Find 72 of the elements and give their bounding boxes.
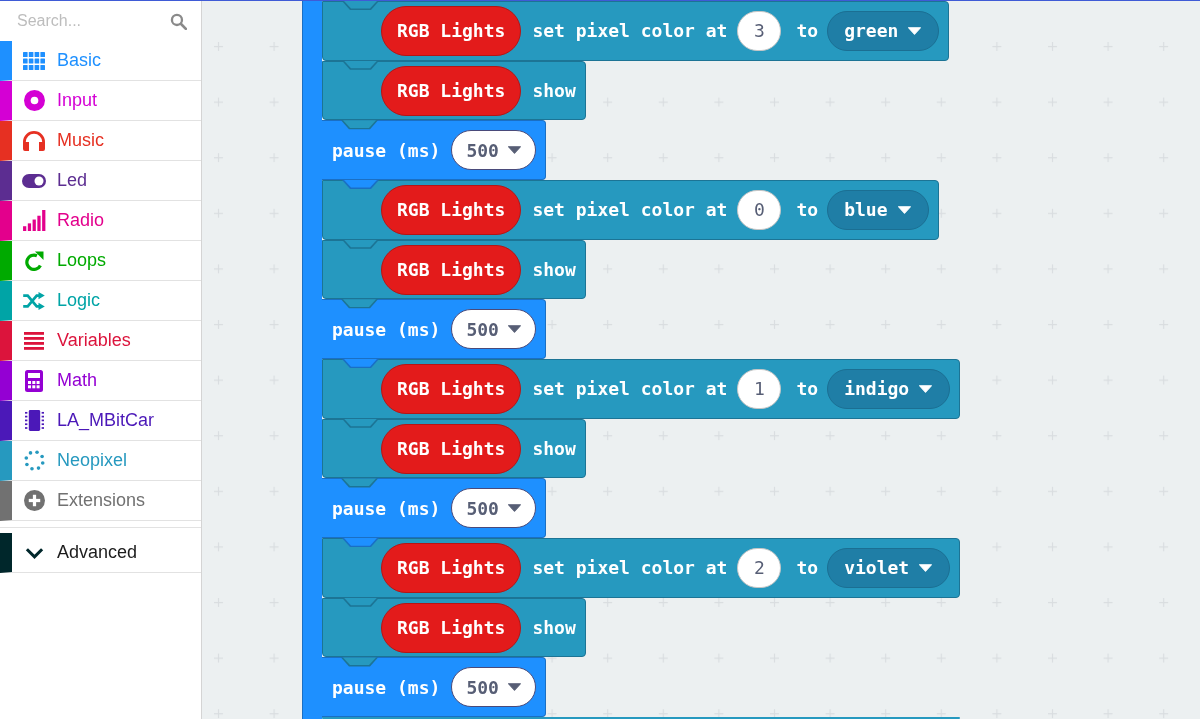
enclosing-block[interactable]: [302, 1, 322, 719]
calculator-icon: [25, 369, 43, 392]
code-block[interactable]: pause (ms) 500: [322, 657, 546, 718]
block-label: pause (ms): [332, 497, 441, 519]
grid-icon: [23, 51, 45, 70]
variable-block[interactable]: RGB Lights: [381, 184, 522, 235]
caret-down-icon: [507, 504, 521, 513]
block-label: set pixel color at: [532, 20, 728, 42]
headphones-icon: [23, 130, 45, 151]
variable-block[interactable]: RGB Lights: [381, 423, 522, 474]
number-dropdown[interactable]: 500: [451, 130, 536, 171]
block-label: to: [796, 557, 819, 579]
circular-arrow-icon: [24, 250, 44, 271]
shuffle-icon: [23, 291, 45, 310]
code-block[interactable]: RGB Lights show: [322, 418, 586, 479]
block-label: show: [532, 80, 576, 101]
chevron-down-icon: [24, 546, 44, 559]
ring-icon: [23, 90, 45, 111]
variable-block[interactable]: RGB Lights: [381, 542, 522, 593]
caret-down-icon: [908, 26, 922, 35]
color-dropdown[interactable]: violet: [827, 547, 951, 588]
caret-down-icon: [897, 205, 911, 214]
block-label: show: [532, 617, 576, 639]
color-dropdown[interactable]: green: [827, 10, 940, 51]
variable-block[interactable]: RGB Lights: [381, 65, 522, 116]
block-label: to: [796, 20, 819, 42]
search-icon[interactable]: [170, 12, 187, 30]
block-label: to: [796, 199, 819, 221]
variable-block[interactable]: RGB Lights: [381, 363, 522, 414]
number-dropdown[interactable]: 500: [451, 488, 536, 529]
code-block[interactable]: pause (ms) 500: [322, 478, 546, 539]
number-field[interactable]: 0: [737, 189, 782, 230]
dotted-circle-icon: [23, 450, 45, 471]
code-block[interactable]: pause (ms) 500: [322, 299, 546, 360]
caret-down-icon: [507, 683, 521, 692]
variable-block[interactable]: RGB Lights: [381, 244, 522, 295]
color-dropdown[interactable]: indigo: [827, 368, 951, 409]
signal-bars-icon: [22, 210, 46, 231]
caret-down-icon: [919, 384, 933, 393]
number-field[interactable]: 3: [737, 10, 782, 51]
block-label: pause (ms): [332, 318, 441, 340]
number-dropdown[interactable]: 500: [451, 667, 536, 708]
chip-icon: [24, 410, 44, 431]
number-field[interactable]: 2: [737, 547, 782, 588]
code-block[interactable]: RGB Lights set pixel color at 2 to violet: [322, 538, 961, 598]
caret-down-icon: [507, 325, 521, 334]
code-block[interactable]: RGB Lights show: [322, 60, 586, 121]
code-block[interactable]: RGB Lights set pixel color at 0 to blue: [322, 180, 939, 240]
block-label: set pixel color at: [532, 199, 728, 221]
block-label: set pixel color at: [532, 557, 728, 579]
block-label: pause (ms): [332, 139, 441, 161]
block-label: pause (ms): [332, 676, 441, 698]
toggle-icon: [22, 173, 46, 188]
lines-icon: [24, 331, 44, 350]
number-field[interactable]: 1: [737, 368, 782, 409]
code-block[interactable]: RGB Lights show: [322, 239, 586, 300]
variable-block[interactable]: RGB Lights: [381, 5, 522, 56]
code-block[interactable]: RGB Lights show: [322, 597, 586, 658]
code-block[interactable]: RGB Lights set pixel color at 1 to indigo: [322, 359, 961, 419]
code-block[interactable]: RGB Lights set pixel color at 3 to green: [322, 1, 950, 61]
block-label: show: [532, 259, 576, 280]
number-dropdown[interactable]: 500: [451, 309, 536, 350]
caret-down-icon: [507, 146, 521, 155]
variable-block[interactable]: RGB Lights: [381, 602, 522, 653]
color-dropdown[interactable]: blue: [827, 189, 929, 230]
search-field[interactable]: Search...: [17, 8, 170, 34]
plus-circle-icon: [23, 490, 45, 511]
block-label: set pixel color at: [532, 378, 728, 400]
block-label: show: [532, 438, 576, 460]
code-block[interactable]: pause (ms) 500: [322, 120, 546, 180]
block-label: to: [796, 378, 819, 400]
caret-down-icon: [919, 563, 933, 572]
